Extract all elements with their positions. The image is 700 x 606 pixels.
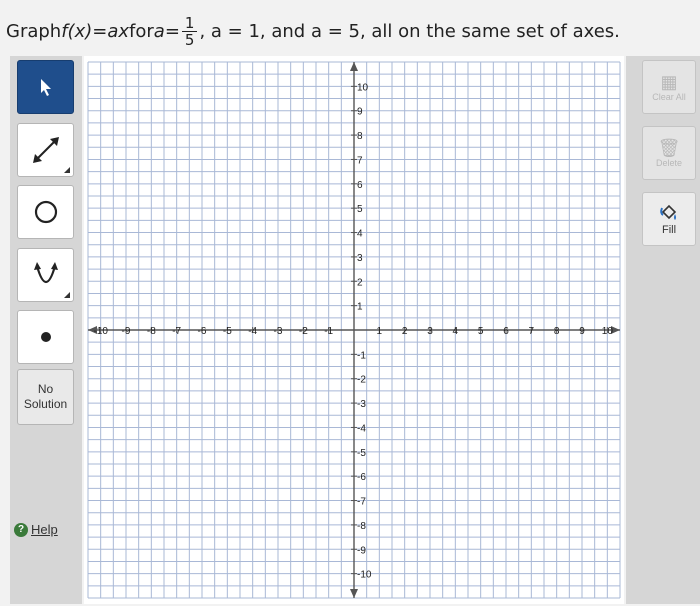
fill-label: Fill — [661, 224, 677, 236]
paint-bucket-icon — [660, 204, 677, 220]
fill-button[interactable]: Fill — [642, 192, 696, 246]
x-tick-label: -5 — [223, 326, 232, 337]
help-icon: ? — [14, 522, 28, 537]
x-tick-label: 8 — [554, 326, 560, 337]
y-tick-label: 4 — [357, 229, 363, 240]
x-tick-label: -6 — [198, 326, 207, 337]
no-solution-line-1: No — [37, 382, 54, 396]
x-tick-label: 7 — [529, 326, 535, 337]
x-tick-label: 1 — [377, 326, 383, 337]
y-tick-label: -6 — [357, 472, 366, 483]
x-tick-label: -2 — [299, 326, 308, 337]
y-tick-label: -9 — [357, 545, 366, 556]
x-tick-label: 6 — [503, 326, 509, 337]
y-axis-arrow-down-icon — [350, 589, 358, 598]
coordinate-grid[interactable]: -10 -9 -8 -7 -6 -5 -4 -3 -2 -1 1 2 3 4 5 6 7 8 9 10 10 9 8 7 6 5 4… — [84, 56, 624, 604]
submenu-corner-icon — [64, 167, 70, 173]
parabola-icon — [33, 262, 58, 284]
point-icon — [40, 332, 51, 342]
submenu-corner-icon — [64, 292, 70, 298]
x-tick-label: -3 — [274, 326, 283, 337]
no-solution-line-2: Solution — [23, 397, 68, 411]
equals-sign-2: = — [164, 20, 180, 42]
circle-icon — [34, 200, 57, 224]
question-text: Graph f(x) = ax for a = 1 5 , a = 1, and… — [6, 10, 696, 52]
x-tick-label: 4 — [453, 326, 459, 337]
fraction: 1 5 — [181, 15, 198, 49]
y-tick-label: -10 — [357, 570, 372, 581]
no-solution-button[interactable]: No Solution — [17, 369, 74, 425]
clear-all-icon: ▦ — [660, 72, 678, 92]
line-tool-button[interactable] — [17, 123, 74, 177]
y-tick-label: -1 — [357, 350, 366, 361]
clear-all-label: Clear All — [652, 92, 686, 102]
parabola-tool-button[interactable] — [17, 248, 74, 302]
trash-icon: 🗑 — [657, 138, 681, 158]
y-tick-label: 2 — [357, 277, 363, 288]
clear-all-button[interactable]: ▦ Clear All — [642, 60, 696, 114]
help-label: Help — [31, 522, 58, 537]
y-tick-label: -7 — [357, 497, 366, 508]
fraction-numerator: 1 — [181, 15, 198, 32]
x-tick-label: -9 — [122, 326, 131, 337]
y-tick-label: -5 — [357, 448, 366, 459]
line-segment-icon — [32, 137, 59, 163]
x-tick-label: 10 — [602, 326, 614, 337]
y-tick-label: 5 — [357, 204, 363, 215]
y-tick-label: 7 — [357, 155, 363, 166]
x-tick-label: -1 — [324, 326, 333, 337]
x-tick-label: -8 — [147, 326, 156, 337]
x-tick-label: -10 — [93, 326, 108, 337]
question-rest: , a = 1, and a = 5, all on the same set … — [199, 20, 620, 42]
for-word: for — [129, 20, 154, 42]
x-tick-label: -7 — [172, 326, 181, 337]
y-tick-label: -2 — [357, 375, 366, 386]
help-link[interactable]: ? Help — [14, 522, 58, 537]
y-tick-label: 3 — [357, 253, 363, 264]
y-tick-label: -4 — [357, 423, 366, 434]
pointer-arrow-icon — [40, 79, 51, 96]
y-tick-label: 9 — [357, 107, 363, 118]
y-tick-label: 10 — [357, 82, 369, 93]
delete-label: Delete — [655, 158, 682, 168]
pointer-tool-button[interactable] — [17, 60, 74, 114]
y-axis-arrow-up-icon — [350, 62, 358, 71]
y-tick-label: 1 — [357, 302, 363, 313]
graph-area[interactable]: -10 -9 -8 -7 -6 -5 -4 -3 -2 -1 1 2 3 4 5 6 7 8 9 10 10 9 8 7 6 5 4… — [84, 56, 624, 604]
x-tick-label: 9 — [579, 326, 585, 337]
function-expression: ax — [107, 20, 130, 42]
action-palette: ▦ Clear All 🗑 Delete Fill — [626, 56, 700, 604]
fraction-denominator: 5 — [184, 30, 195, 49]
question-prefix: Graph — [6, 20, 62, 42]
y-tick-label: -3 — [357, 399, 366, 410]
y-tick-label: 8 — [357, 131, 363, 142]
delete-button[interactable]: 🗑 Delete — [642, 126, 696, 180]
circle-tool-button[interactable] — [17, 185, 74, 239]
function-notation: f(x) — [61, 20, 93, 42]
point-tool-button[interactable] — [17, 310, 74, 364]
param-a: a — [153, 20, 165, 42]
x-tick-label: 3 — [427, 326, 433, 337]
x-tick-label: 2 — [402, 326, 408, 337]
y-tick-label: 6 — [357, 180, 363, 191]
x-tick-label: -4 — [248, 326, 257, 337]
equals-sign: = — [92, 20, 108, 42]
y-tick-label: -8 — [357, 521, 366, 532]
x-tick-label: 5 — [478, 326, 484, 337]
